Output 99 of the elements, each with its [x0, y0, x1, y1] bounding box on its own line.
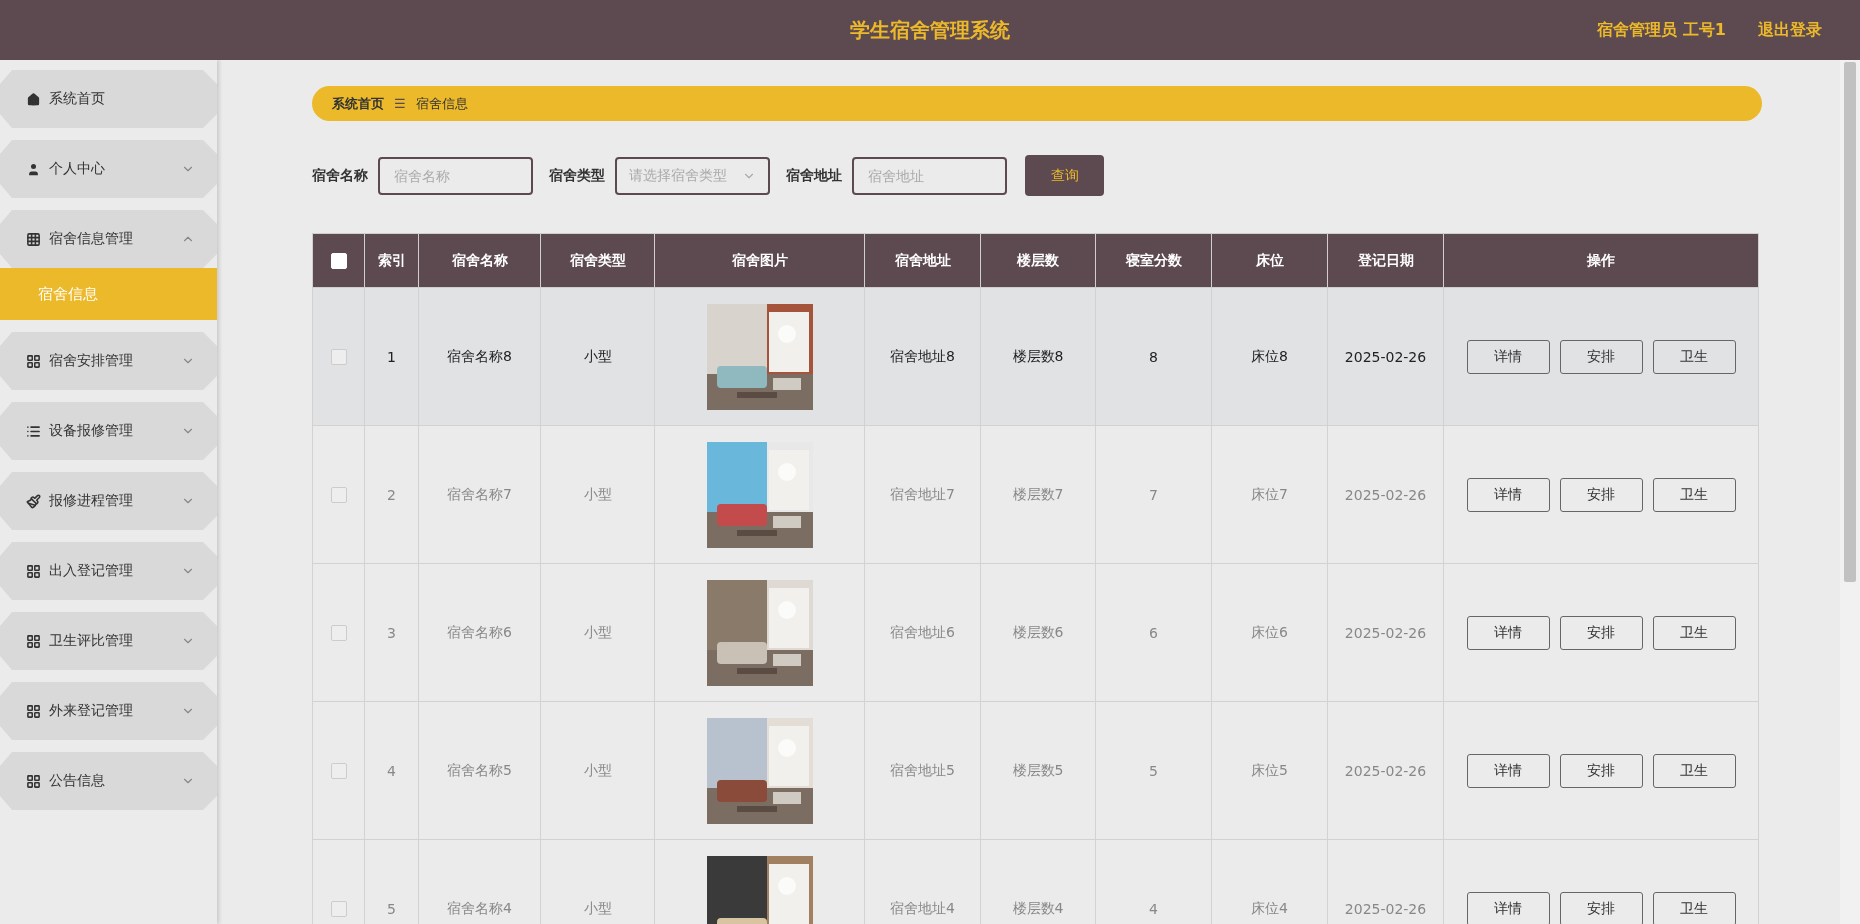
table-cell: 床位7 [1211, 425, 1328, 564]
action-button[interactable]: 详情 [1466, 615, 1550, 650]
action-button[interactable]: 安排 [1559, 339, 1643, 374]
table-cell: 床位8 [1211, 287, 1328, 426]
sidebar-item[interactable]: 宿舍安排管理 [0, 332, 217, 390]
column-header: 索引 [364, 233, 419, 288]
action-button[interactable]: 卫生 [1652, 615, 1736, 650]
scrollbar[interactable] [1840, 60, 1860, 924]
text-input[interactable]: 宿舍地址 [866, 166, 993, 185]
column-header: 楼层数 [980, 233, 1096, 288]
table-cell: 宿舍名称7 [418, 425, 541, 564]
text-input[interactable]: 宿舍名称 [392, 166, 519, 185]
sidebar-item[interactable]: 个人中心 [0, 140, 217, 198]
table-cell: 2025-02-26 [1327, 287, 1444, 426]
row-checkbox[interactable] [330, 349, 347, 365]
table-cell: 2025-02-26 [1327, 563, 1444, 702]
sidebar-item[interactable]: 出入登记管理 [0, 542, 217, 600]
table-cell: 3 [364, 563, 419, 702]
list-icon [26, 423, 41, 439]
search-field[interactable]: 宿舍名称 [378, 156, 533, 195]
table-cell: 宿舍地址6 [864, 563, 981, 702]
table-cell: 4 [364, 701, 419, 840]
table-cell: 1 [364, 287, 419, 426]
search-field[interactable]: 宿舍地址 [852, 156, 1007, 195]
logout-link[interactable]: 退出登录 [1758, 19, 1822, 41]
column-header: 宿舍名称 [418, 233, 541, 288]
sidebar-item[interactable]: 设备报修管理 [0, 402, 217, 460]
table-cell: 楼层数6 [980, 563, 1096, 702]
table-cell: 床位5 [1211, 701, 1328, 840]
scrollbar-thumb[interactable] [1844, 62, 1856, 582]
table-cell: 8 [1095, 287, 1212, 426]
table-cell: 2025-02-26 [1327, 701, 1444, 840]
breadcrumb-item[interactable]: 系统首页 [332, 94, 384, 113]
table-cell: 楼层数5 [980, 701, 1096, 840]
column-header: 宿舍图片 [654, 233, 865, 288]
field-label: 宿舍名称 [312, 166, 368, 185]
column-header: 操作 [1443, 233, 1759, 288]
sidebar-item[interactable]: 外来登记管理 [0, 682, 217, 740]
user-icon [26, 161, 41, 177]
grid-icon [26, 633, 41, 649]
column-header: 登记日期 [1327, 233, 1444, 288]
grid-icon [26, 231, 41, 247]
action-button[interactable]: 安排 [1559, 891, 1643, 924]
sidebar-item[interactable]: 宿舍信息管理 [0, 210, 217, 268]
action-button[interactable]: 卫生 [1652, 477, 1736, 512]
table-cell: 5 [1095, 701, 1212, 840]
column-header: 宿舍地址 [864, 233, 981, 288]
action-button[interactable]: 安排 [1559, 615, 1643, 650]
field-label: 宿舍地址 [786, 166, 842, 185]
user-label: 宿舍管理员 工号1 [1597, 19, 1726, 41]
row-checkbox[interactable] [330, 763, 347, 779]
action-button[interactable]: 卫生 [1652, 891, 1736, 924]
grid-icon [26, 353, 41, 369]
breadcrumb-item[interactable]: 宿舍信息 [415, 94, 468, 113]
table-cell: 小型 [540, 563, 655, 702]
select-all-checkbox[interactable] [330, 253, 347, 269]
action-button[interactable]: 卫生 [1652, 339, 1736, 374]
search-button[interactable]: 查询 [1025, 155, 1104, 196]
action-button[interactable]: 详情 [1466, 339, 1550, 374]
table-cell: 楼层数8 [980, 287, 1096, 426]
column-header: 床位 [1211, 233, 1328, 288]
table-cell: 7 [1095, 425, 1212, 564]
table-cell: 楼层数7 [980, 425, 1096, 564]
table-cell: 宿舍地址7 [864, 425, 981, 564]
action-button[interactable]: 安排 [1559, 477, 1643, 512]
table-cell: 宿舍地址8 [864, 287, 981, 426]
app-title: 学生宿舍管理系统 [850, 16, 1010, 44]
table-cell: 小型 [540, 425, 655, 564]
table-cell: 床位6 [1211, 563, 1328, 702]
sidebar-item[interactable]: 报修进程管理 [0, 472, 217, 530]
action-button[interactable]: 详情 [1466, 891, 1550, 924]
home-icon [26, 91, 41, 107]
brush-icon [26, 493, 41, 509]
sidebar-item[interactable]: 卫生评比管理 [0, 612, 217, 670]
table-cell: 6 [1095, 563, 1212, 702]
table-cell: 2 [364, 425, 419, 564]
row-checkbox[interactable] [330, 625, 347, 641]
table-cell: 宿舍名称5 [418, 701, 541, 840]
column-header: 寝室分数 [1095, 233, 1212, 288]
row-checkbox[interactable] [330, 901, 347, 917]
action-button[interactable]: 详情 [1466, 477, 1550, 512]
separator-glyph: ☰ [394, 96, 406, 111]
grid-icon [26, 703, 41, 719]
table-cell: 小型 [540, 287, 655, 426]
sidebar-item[interactable]: 系统首页 [0, 70, 217, 128]
table-cell: 小型 [540, 701, 655, 840]
table-cell: 宿舍名称8 [418, 287, 541, 426]
column-header: 宿舍类型 [540, 233, 655, 288]
action-button[interactable]: 详情 [1466, 753, 1550, 788]
row-checkbox[interactable] [330, 487, 347, 503]
action-button[interactable]: 卫生 [1652, 753, 1736, 788]
table-cell: 2025-02-26 [1327, 425, 1444, 564]
grid-icon [26, 773, 41, 789]
field-label: 宿舍类型 [549, 166, 605, 185]
table-cell: 宿舍名称6 [418, 563, 541, 702]
table-cell: 宿舍地址5 [864, 701, 981, 840]
action-button[interactable]: 安排 [1559, 753, 1643, 788]
sidebar-item[interactable]: 公告信息 [0, 752, 217, 810]
grid-icon [26, 563, 41, 579]
